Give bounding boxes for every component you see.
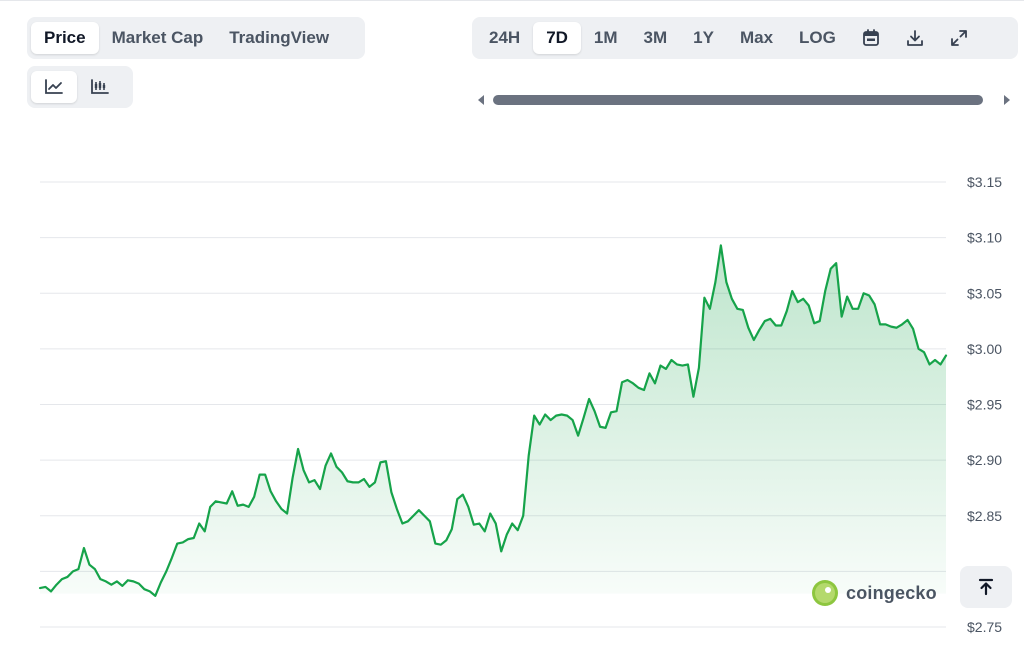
- y-tick-label: $3.05: [967, 285, 1002, 301]
- watermark-text: coingecko: [846, 582, 937, 603]
- y-tick-label: $2.90: [967, 452, 1002, 468]
- y-tick-label: $2.85: [967, 508, 1002, 524]
- price-chart: $3.15$3.10$3.05$3.00$2.95$2.90$2.85$2.80…: [38, 174, 1002, 635]
- y-tick-label: $2.95: [967, 397, 1002, 413]
- y-tick-label: $3.00: [967, 341, 1002, 357]
- scroll-to-top-button[interactable]: [960, 566, 1012, 608]
- arrow-up-to-line-icon: [978, 578, 994, 596]
- y-tick-label: $3.10: [967, 230, 1002, 246]
- coingecko-logo-icon: [812, 580, 838, 606]
- coingecko-watermark: coingecko: [812, 578, 937, 608]
- y-tick-label: $2.75: [967, 619, 1002, 635]
- y-tick-label: $3.15: [967, 174, 1002, 190]
- price-area-fill: [40, 245, 946, 596]
